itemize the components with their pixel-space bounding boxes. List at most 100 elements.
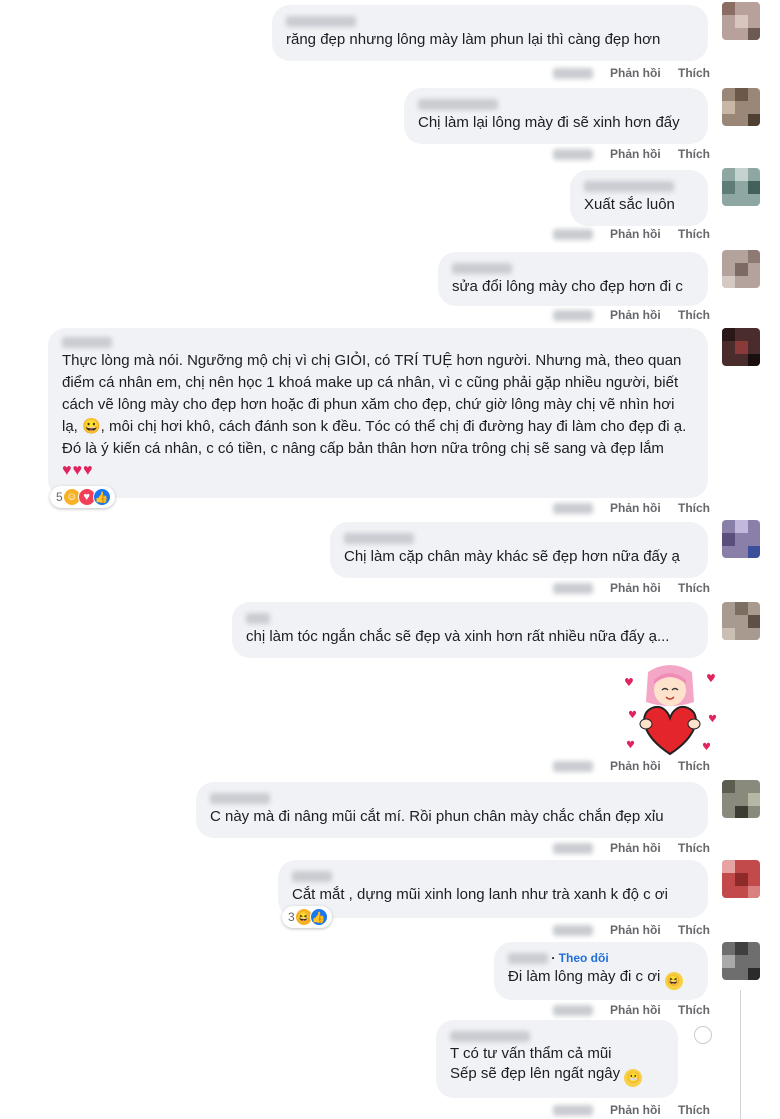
comment-actions: Phản hồi Thích: [539, 65, 710, 81]
avatar[interactable]: [722, 168, 760, 206]
author-name[interactable]: [450, 1028, 664, 1044]
comment-actions: Phản hồi Thích: [539, 226, 710, 242]
thread-connector-line: [740, 990, 741, 1119]
author-name[interactable]: [210, 790, 694, 806]
comment-text: Chị làm cặp chân mày khác sẽ đẹp hơn nữa…: [344, 548, 680, 565]
like-button[interactable]: Thích: [678, 147, 710, 161]
avatar[interactable]: [722, 328, 760, 366]
reply-button[interactable]: Phản hồi: [610, 923, 661, 937]
avatar[interactable]: [722, 780, 760, 818]
svg-text:♥: ♥: [626, 740, 635, 751]
like-button[interactable]: Thích: [678, 923, 710, 937]
author-name[interactable]: [246, 610, 694, 626]
reply-button[interactable]: Phản hồi: [610, 308, 661, 322]
comment-text: răng đẹp nhưng lông mày làm phun lại thì…: [286, 31, 661, 48]
author-name[interactable]: · Theo dõi: [508, 950, 694, 966]
comment-10: · Theo dõi Đi làm lông mày đi c ơi 😆 Phả…: [0, 942, 780, 1024]
comment-bubble: răng đẹp nhưng lông mày làm phun lại thì…: [272, 5, 708, 61]
comment-1: răng đẹp nhưng lông mày làm phun lại thì…: [0, 0, 780, 84]
like-button[interactable]: Thích: [678, 66, 710, 80]
comment-actions: Phản hồi Thích: [539, 146, 710, 162]
svg-text:♥: ♥: [624, 676, 634, 689]
avatar[interactable]: [722, 860, 760, 898]
comment-bubble: · Theo dõi Đi làm lông mày đi c ơi 😆: [494, 942, 708, 1000]
comment-text: Đi làm lông mày đi c ơi 😆: [508, 966, 694, 990]
comment-bubble: chị làm tóc ngắn chắc sẽ đẹp và xinh hơn…: [232, 602, 708, 658]
comment-actions: Phản hồi Thích: [539, 500, 710, 516]
comment-text: Xuất sắc luôn: [584, 196, 675, 213]
comment-bubble: Thực lòng mà nói. Ngưỡng mộ chị vì chị G…: [48, 328, 708, 498]
reply-button[interactable]: Phản hồi: [610, 501, 661, 515]
follow-link[interactable]: Theo dõi: [559, 951, 609, 965]
reply-button[interactable]: Phản hồi: [610, 1103, 661, 1117]
comment-actions: Phản hồi Thích: [539, 758, 710, 774]
like-reaction-icon: 👍: [92, 488, 111, 506]
reaction-count: 3: [288, 910, 295, 924]
grimace-emoji-icon: 😬: [624, 1069, 643, 1087]
svg-text:♥: ♥: [628, 710, 637, 721]
comment-bubble: T có tư vấn thẩm cả mũi Sếp sẽ đẹp lên n…: [436, 1020, 678, 1098]
comment-actions: Phản hồi Thích: [539, 840, 710, 856]
author-name[interactable]: [344, 530, 694, 546]
reply-button[interactable]: Phản hồi: [610, 581, 661, 595]
author-name[interactable]: [418, 96, 694, 112]
comment-9: Cắt mắt , dựng mũi xinh long lanh như tr…: [0, 860, 780, 942]
like-button[interactable]: Thích: [678, 1003, 710, 1017]
avatar[interactable]: [722, 942, 760, 980]
like-button[interactable]: Thích: [678, 759, 710, 773]
svg-text:♥: ♥: [702, 742, 711, 753]
author-name[interactable]: [292, 868, 694, 884]
comment-bubble: Chị làm cặp chân mày khác sẽ đẹp hơn nữa…: [330, 522, 708, 578]
like-button[interactable]: Thích: [678, 501, 710, 515]
reply-button[interactable]: Phản hồi: [610, 66, 661, 80]
reaction-count: 5: [56, 490, 63, 504]
comment-3: Xuất sắc luôn Phản hồi Thích: [0, 166, 780, 248]
laughing-emoji-icon: 😆: [664, 972, 683, 990]
comment-bubble: Chị làm lại lông mày đi sẽ xinh hơn đấy: [404, 88, 708, 144]
comment-4: sửa đổi lông mày cho đẹp hơn đi c Phản h…: [0, 248, 780, 328]
avatar[interactable]: [722, 520, 760, 558]
comment-text: Chị làm lại lông mày đi sẽ xinh hơn đấy: [418, 114, 680, 131]
reply-button[interactable]: Phản hồi: [610, 1003, 661, 1017]
comment-text: C này mà đi nâng mũi cắt mí. Rồi phun ch…: [210, 808, 664, 825]
heart-hug-sticker: ♥ ♥ ♥ ♥ ♥ ♥: [624, 665, 717, 756]
reply-button[interactable]: Phản hồi: [610, 841, 661, 855]
comment-actions: Phản hồi Thích: [539, 1102, 710, 1118]
comment-6: Chị làm cặp chân mày khác sẽ đẹp hơn nữa…: [0, 518, 780, 602]
comment-actions: Phản hồi Thích: [539, 307, 710, 323]
comment-bubble: Xuất sắc luôn: [570, 170, 708, 226]
svg-text:♥: ♥: [706, 672, 716, 685]
comment-5: Thực lòng mà nói. Ngưỡng mộ chị vì chị G…: [0, 328, 780, 518]
comment-actions: Phản hồi Thích: [539, 580, 710, 596]
author-name[interactable]: [62, 334, 694, 350]
comment-2: Chị làm lại lông mày đi sẽ xinh hơn đấy …: [0, 84, 780, 166]
reply-button[interactable]: Phản hồi: [610, 147, 661, 161]
like-button[interactable]: Thích: [678, 581, 710, 595]
reply-avatar-placeholder: [694, 1026, 712, 1044]
author-name[interactable]: [452, 260, 694, 276]
comment-text-line-1: T có tư vấn thẩm cả mũi: [450, 1045, 612, 1062]
avatar[interactable]: [722, 2, 760, 40]
like-button[interactable]: Thích: [678, 308, 710, 322]
comment-bubble: C này mà đi nâng mũi cắt mí. Rồi phun ch…: [196, 782, 708, 838]
avatar[interactable]: [722, 88, 760, 126]
reaction-summary[interactable]: 5 ☺ ♥ 👍: [50, 486, 115, 508]
comment-text-line-2: Sếp sẽ đẹp lên ngất ngây 😬: [450, 1064, 664, 1087]
comment-11: T có tư vấn thẩm cả mũi Sếp sẽ đẹp lên n…: [0, 1020, 780, 1119]
reply-button[interactable]: Phản hồi: [610, 227, 661, 241]
comment-text: Thực lòng mà nói. Ngưỡng mộ chị vì chị G…: [62, 352, 687, 479]
like-button[interactable]: Thích: [678, 227, 710, 241]
like-button[interactable]: Thích: [678, 1103, 710, 1117]
comment-text: sửa đổi lông mày cho đẹp hơn đi c: [452, 278, 683, 295]
avatar[interactable]: [722, 250, 760, 288]
author-name[interactable]: [286, 13, 694, 29]
reply-button[interactable]: Phản hồi: [610, 759, 661, 773]
svg-text:♥: ♥: [708, 714, 717, 725]
like-button[interactable]: Thích: [678, 841, 710, 855]
author-name[interactable]: [584, 178, 694, 194]
reaction-summary[interactable]: 3 😆 👍: [282, 906, 332, 928]
comment-text: Cắt mắt , dựng mũi xinh long lanh như tr…: [292, 886, 668, 903]
avatar[interactable]: [722, 602, 760, 640]
like-reaction-icon: 👍: [309, 908, 328, 926]
comment-actions: Phản hồi Thích: [539, 922, 710, 938]
